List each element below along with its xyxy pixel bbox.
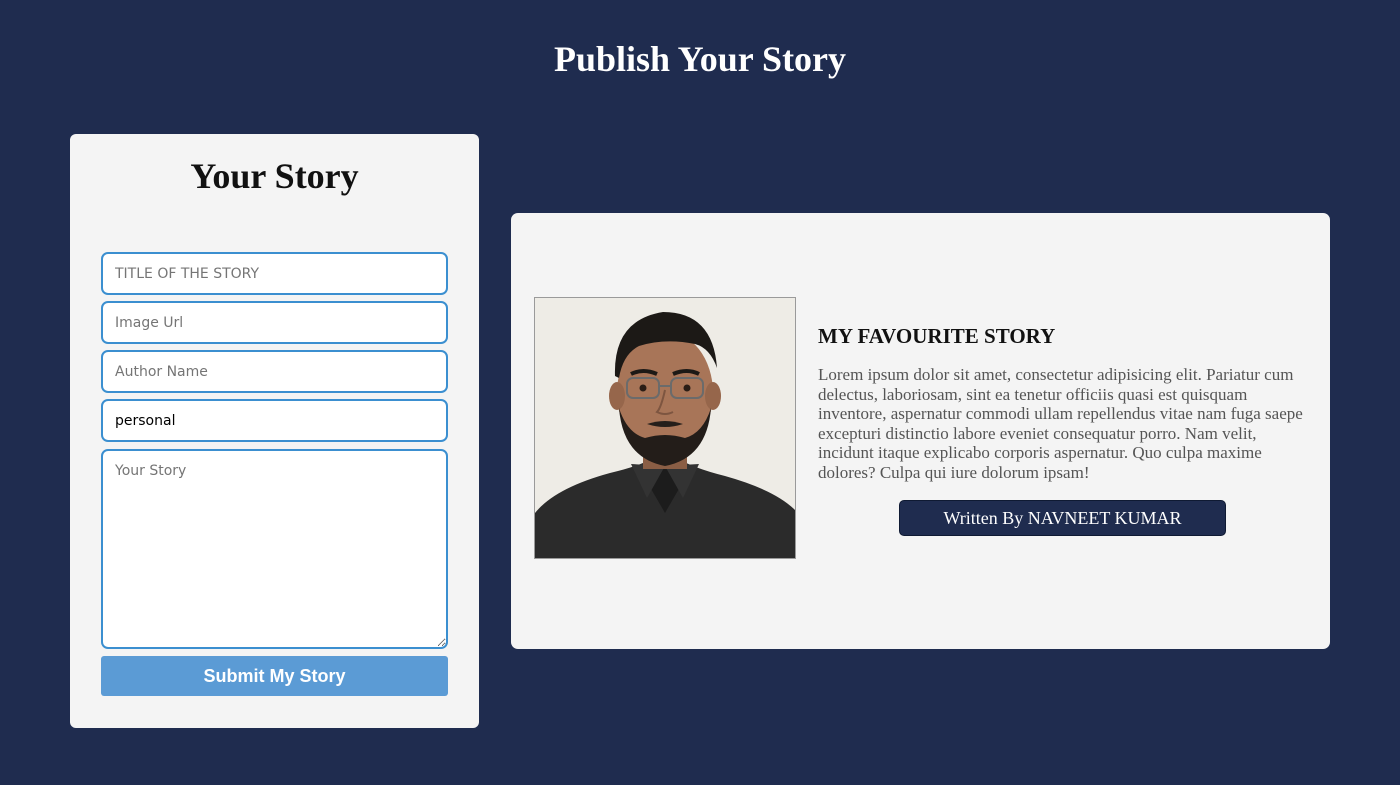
form-heading: Your Story: [190, 156, 359, 196]
image-url-input[interactable]: [101, 301, 448, 344]
portrait-illustration: [535, 298, 795, 558]
submit-story-button[interactable]: Submit My Story: [101, 656, 448, 696]
category-input[interactable]: [101, 399, 448, 442]
author-name-input[interactable]: [101, 350, 448, 393]
story-form-card: Your Story Submit My Story: [70, 134, 479, 728]
story-title: MY FAVOURITE STORY: [818, 324, 1056, 348]
story-body: Lorem ipsum dolor sit amet, consectetur …: [818, 365, 1303, 482]
story-title-input[interactable]: [101, 252, 448, 295]
author-button[interactable]: Written By NAVNEET KUMAR: [899, 500, 1226, 536]
story-preview-card: MY FAVOURITE STORY Lorem ipsum dolor sit…: [511, 213, 1330, 649]
page-title: Publish Your Story: [553, 39, 847, 79]
author-photo: [534, 297, 796, 559]
story-textarea[interactable]: [101, 449, 448, 649]
